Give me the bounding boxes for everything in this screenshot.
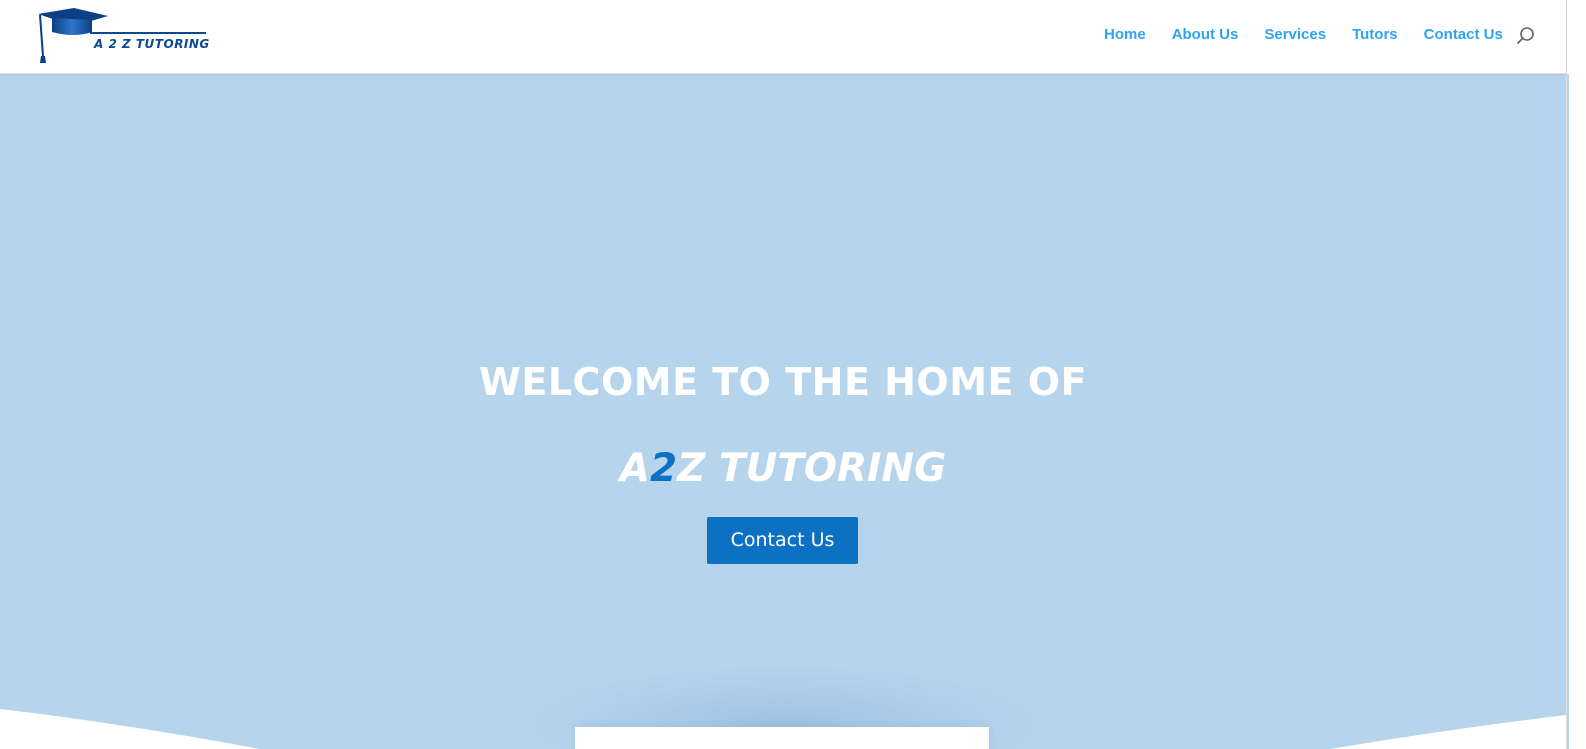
nav-home[interactable]: Home: [1104, 25, 1146, 45]
scrollbar-track[interactable]: [1566, 0, 1586, 749]
nav-about-us[interactable]: About Us: [1172, 25, 1239, 45]
brand-suffix: Z TUTORING: [677, 446, 947, 491]
hero-section: WELCOME TO THE HOME OF A2Z TUTORING Cont…: [0, 74, 1566, 749]
hero-title: WELCOME TO THE HOME OF: [478, 360, 1087, 404]
contact-us-button[interactable]: Contact Us: [707, 517, 858, 564]
scrollbar-edge: [1567, 74, 1569, 749]
search-icon: [1517, 27, 1534, 44]
site-logo[interactable]: A 2 Z TUTORING: [34, 6, 210, 66]
nav-services[interactable]: Services: [1264, 25, 1326, 45]
content-card: [575, 727, 989, 749]
site-header: A 2 Z TUTORING Home About Us Services Tu…: [0, 0, 1566, 74]
logo-text: A 2 Z TUTORING: [94, 37, 210, 51]
brand-accent: 2: [649, 446, 678, 491]
main-nav: Home About Us Services Tutors Contact Us: [1104, 25, 1503, 45]
nav-contact-us[interactable]: Contact Us: [1424, 25, 1503, 45]
nav-tutors[interactable]: Tutors: [1352, 25, 1398, 45]
hero-brand: A2Z TUTORING: [0, 446, 1566, 491]
brand-prefix: A: [619, 446, 650, 491]
graduation-cap-icon: [38, 8, 206, 63]
search-button[interactable]: [1516, 26, 1536, 46]
